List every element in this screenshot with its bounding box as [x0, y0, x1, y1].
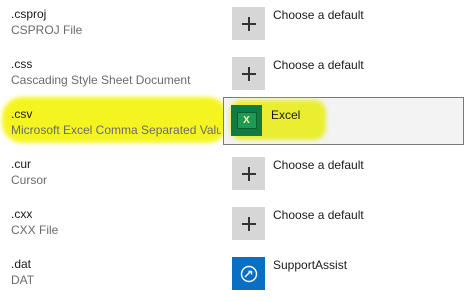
file-type-description: Cursor: [11, 173, 48, 187]
file-type-description: Cascading Style Sheet Document: [11, 73, 191, 87]
extension-label: .csproj: [11, 7, 47, 21]
list-item-dat: .dat DAT SupportAssist: [0, 250, 465, 300]
default-app-label: SupportAssist: [273, 258, 348, 272]
plus-icon: [232, 157, 265, 190]
file-type-description: Microsoft Excel Comma Separated Values..…: [11, 123, 221, 137]
file-type-associations-list: .csproj CSPROJ File Choose a default .cs…: [0, 0, 465, 301]
extension-label: .css: [11, 57, 33, 71]
default-app-label: Choose a default: [273, 58, 364, 72]
choose-default-app-button[interactable]: Choose a default: [231, 0, 465, 42]
default-app-label: Choose a default: [273, 158, 364, 172]
extension-label: .csv: [11, 107, 33, 121]
supportassist-default-app-button[interactable]: SupportAssist: [231, 250, 465, 292]
file-type-description: CSPROJ File: [11, 23, 83, 37]
list-item-cxx: .cxx CXX File Choose a default: [0, 200, 465, 250]
excel-icon: X: [231, 105, 262, 136]
file-type-description: DAT: [11, 273, 35, 287]
default-app-label: Choose a default: [273, 208, 364, 222]
list-item-csproj: .csproj CSPROJ File Choose a default: [0, 0, 465, 50]
plus-icon: [232, 57, 265, 90]
file-type-description: CXX File: [11, 223, 59, 237]
choose-default-app-button[interactable]: Choose a default: [231, 150, 465, 192]
plus-icon: [232, 7, 265, 40]
list-item-cur: .cur Cursor Choose a default: [0, 150, 465, 200]
choose-default-app-button[interactable]: Choose a default: [231, 50, 465, 92]
extension-label: .cxx: [11, 207, 33, 221]
default-app-label: Excel: [271, 108, 301, 122]
supportassist-icon: [232, 257, 265, 290]
choose-default-app-button[interactable]: Choose a default: [231, 200, 465, 242]
list-item-css: .css Cascading Style Sheet Document Choo…: [0, 50, 465, 100]
plus-icon: [232, 207, 265, 240]
extension-label: .dat: [11, 257, 32, 271]
extension-label: .cur: [11, 157, 32, 171]
default-app-label: Choose a default: [273, 8, 364, 22]
